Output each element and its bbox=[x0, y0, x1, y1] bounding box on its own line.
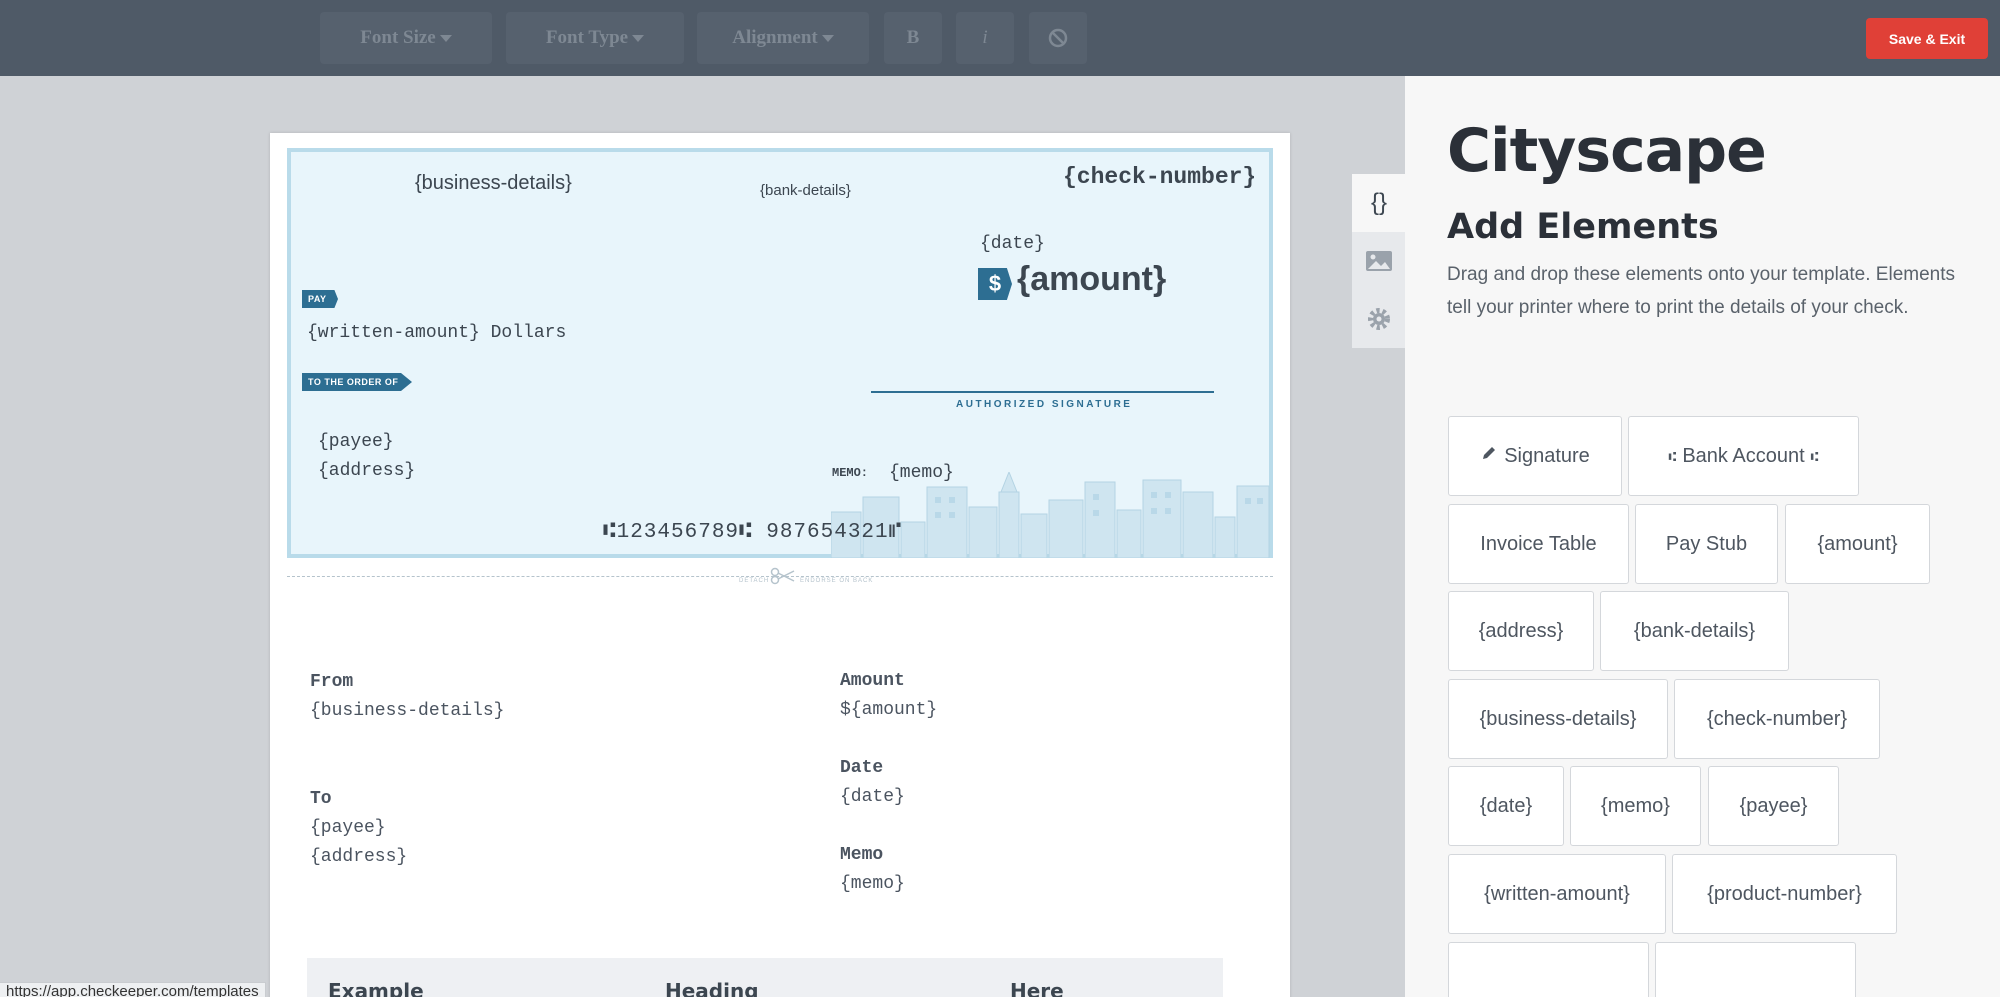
check-amount[interactable]: {amount} bbox=[1017, 260, 1166, 299]
editor-toolbar: Font Size Font Type Alignment B i Save &… bbox=[0, 0, 2000, 76]
stub-to-address[interactable]: {address} bbox=[310, 847, 407, 867]
element-payee-button[interactable]: {payee} bbox=[1708, 766, 1839, 846]
bold-button[interactable]: B bbox=[884, 12, 942, 64]
detach-label: DETACH bbox=[739, 578, 770, 584]
chevron-down-icon bbox=[821, 34, 834, 42]
element-memo-button[interactable]: {memo} bbox=[1570, 766, 1701, 846]
chevron-down-icon bbox=[439, 34, 452, 42]
alignment-label: Alignment bbox=[732, 27, 818, 48]
element-bank-details-button[interactable]: {bank-details} bbox=[1600, 591, 1789, 671]
stub-to-label: To bbox=[310, 789, 332, 809]
status-bar-url: https://app.checkeeper.com/templates bbox=[0, 982, 266, 997]
element-invoice-table-button[interactable]: Invoice Table bbox=[1448, 504, 1629, 584]
stub-to-payee[interactable]: {payee} bbox=[310, 818, 386, 838]
check-bank-details[interactable]: {bank-details} bbox=[760, 182, 851, 199]
italic-button[interactable]: i bbox=[956, 12, 1014, 64]
panel-description: Drag and drop these elements onto your t… bbox=[1447, 264, 1956, 318]
element-amount-button[interactable]: {amount} bbox=[1785, 504, 1930, 584]
tab-variables[interactable]: {} bbox=[1352, 174, 1406, 232]
micr-symbol-icon: ⑆ bbox=[1668, 448, 1677, 464]
check-payee[interactable]: {payee} bbox=[318, 432, 394, 452]
table-header-cell: Example bbox=[328, 979, 424, 997]
chevron-down-icon bbox=[632, 34, 645, 42]
element-bank-account-button[interactable]: ⑆ Bank Account ⑆ bbox=[1628, 416, 1859, 496]
check-address[interactable]: {address} bbox=[318, 461, 415, 481]
table-header-cell: Here bbox=[1010, 979, 1064, 997]
save-exit-button[interactable]: Save & Exit bbox=[1866, 18, 1988, 59]
element-address-button[interactable]: {address} bbox=[1448, 591, 1594, 671]
to-the-order-of-tag: TO THE ORDER OF bbox=[302, 373, 412, 391]
check-business-details[interactable]: {business-details} bbox=[415, 172, 572, 195]
stub-amount-label: Amount bbox=[840, 671, 905, 691]
scissors-icon bbox=[770, 567, 795, 585]
prohibited-icon bbox=[1048, 28, 1068, 48]
element-business-details-button[interactable]: {business-details} bbox=[1448, 679, 1668, 759]
element-button-partial[interactable] bbox=[1655, 942, 1856, 997]
font-type-dropdown[interactable]: Font Type bbox=[506, 12, 684, 64]
font-size-label: Font Size bbox=[360, 27, 436, 48]
gear-icon bbox=[1368, 308, 1390, 330]
dollar-icon: $ bbox=[978, 268, 1012, 300]
tab-settings[interactable] bbox=[1352, 290, 1406, 348]
cityscape-illustration bbox=[831, 472, 1270, 558]
panel-subtitle: Add Elements bbox=[1447, 207, 1719, 247]
element-product-number-button[interactable]: {product-number} bbox=[1672, 854, 1897, 934]
font-type-label: Font Type bbox=[545, 27, 629, 48]
element-label: Signature bbox=[1504, 444, 1590, 467]
image-icon bbox=[1366, 251, 1392, 271]
clear-format-button[interactable] bbox=[1029, 12, 1087, 64]
memo-label: MEMO: bbox=[832, 466, 869, 480]
check-area bbox=[287, 148, 1273, 558]
stub-memo-value[interactable]: {memo} bbox=[840, 874, 905, 894]
element-label: Bank Account bbox=[1682, 444, 1805, 467]
check-date[interactable]: {date} bbox=[980, 234, 1045, 254]
stub-amount-value[interactable]: ${amount} bbox=[840, 700, 937, 720]
signature-line bbox=[871, 391, 1214, 393]
alignment-dropdown[interactable]: Alignment bbox=[697, 12, 869, 64]
braces-icon: {} bbox=[1370, 189, 1388, 216]
micr-symbol-icon: ⑆ bbox=[1810, 448, 1819, 464]
template-name: Cityscape bbox=[1447, 116, 1767, 186]
italic-label: i bbox=[982, 27, 988, 48]
authorized-signature-label: AUTHORIZED SIGNATURE bbox=[956, 399, 1133, 410]
stub-date-label: Date bbox=[840, 758, 884, 778]
pay-tag: PAY bbox=[302, 290, 338, 308]
element-check-number-button[interactable]: {check-number} bbox=[1674, 679, 1880, 759]
stub-from-value[interactable]: {business-details} bbox=[310, 701, 504, 721]
tab-images[interactable] bbox=[1352, 232, 1406, 290]
stub-memo-label: Memo bbox=[840, 845, 884, 865]
element-button-partial[interactable] bbox=[1448, 942, 1649, 997]
stub-from-label: From bbox=[310, 672, 354, 692]
element-signature-button[interactable]: Signature bbox=[1448, 416, 1622, 496]
stub-date-value[interactable]: {date} bbox=[840, 787, 905, 807]
element-date-button[interactable]: {date} bbox=[1448, 766, 1564, 846]
table-header-cell: Heading bbox=[665, 979, 759, 997]
check-number[interactable]: {check-number} bbox=[1063, 164, 1256, 190]
element-written-amount-button[interactable]: {written-amount} bbox=[1448, 854, 1666, 934]
check-memo[interactable]: {memo} bbox=[889, 463, 954, 483]
font-size-dropdown[interactable]: Font Size bbox=[320, 12, 492, 64]
endorse-label: ENDORSE ON BACK bbox=[800, 578, 874, 584]
pencil-icon bbox=[1483, 447, 1496, 459]
bold-label: B bbox=[906, 27, 920, 48]
micr-line: ⑆123456789⑆ 987654321⑈ bbox=[603, 521, 903, 544]
invoice-table-header[interactable] bbox=[307, 958, 1223, 997]
element-pay-stub-button[interactable]: Pay Stub bbox=[1635, 504, 1778, 584]
check-written-amount[interactable]: {written-amount} Dollars bbox=[307, 323, 566, 343]
